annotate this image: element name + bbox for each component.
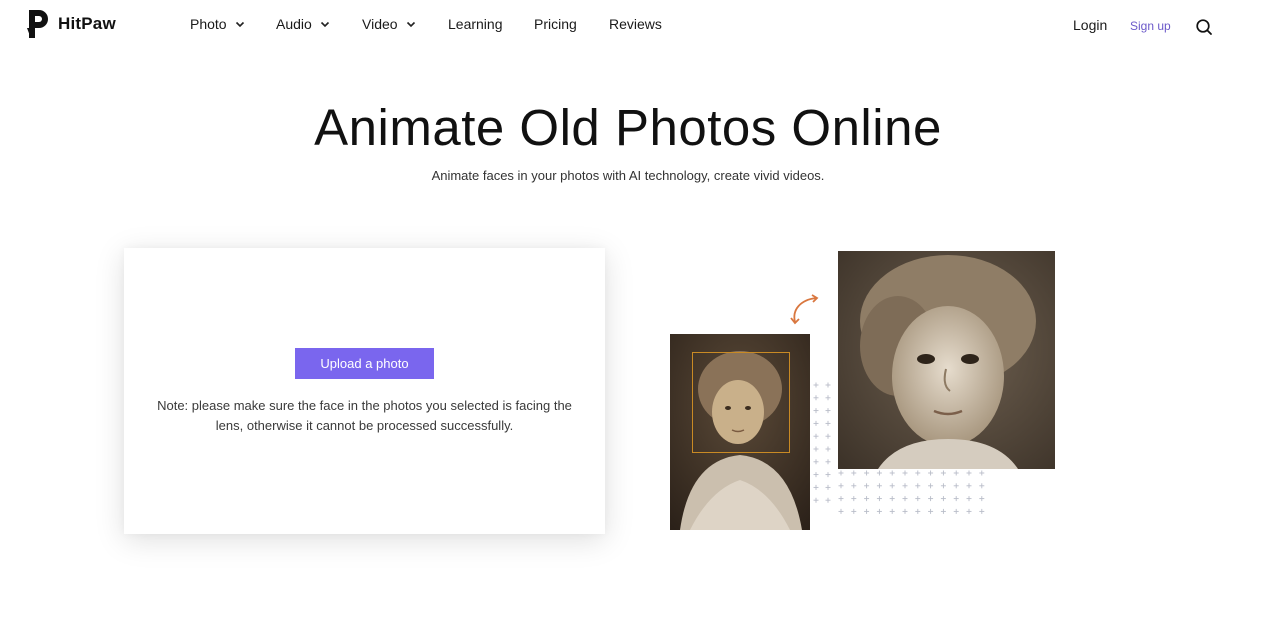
nav-item-video[interactable]: Video — [362, 16, 448, 32]
chevron-down-icon — [320, 21, 329, 28]
brand-name: HitPaw — [58, 14, 116, 33]
nav-item-label: Pricing — [534, 16, 577, 32]
before-after-illustration — [668, 250, 1058, 532]
upload-photo-button[interactable]: Upload a photo — [295, 348, 434, 379]
nav-item-learning[interactable]: Learning — [448, 16, 534, 32]
nav-item-pricing[interactable]: Pricing — [534, 16, 609, 32]
animated-photo-image — [838, 251, 1055, 469]
chevron-down-icon — [406, 21, 415, 28]
nav-item-audio[interactable]: Audio — [276, 16, 362, 32]
nav-item-label: Reviews — [609, 16, 662, 32]
nav-item-photo[interactable]: Photo — [190, 16, 276, 32]
nav-item-label: Video — [362, 16, 398, 32]
face-detection-box — [692, 352, 790, 453]
upload-note: Note: please make sure the face in the p… — [157, 398, 572, 433]
chevron-down-icon — [235, 21, 244, 28]
hitpaw-logo[interactable]: HitPaw — [26, 8, 116, 40]
upload-panel[interactable]: Upload a photo Note: please make sure th… — [124, 248, 605, 534]
curved-arrow-icon — [790, 294, 819, 325]
main-nav: Photo Audio Video Learning Pricing Revie… — [190, 16, 662, 32]
login-link[interactable]: Login — [1073, 17, 1107, 33]
site-header: HitPaw Photo Audio Video Learning Pricin… — [0, 0, 1270, 54]
nav-item-reviews[interactable]: Reviews — [609, 16, 662, 32]
signup-link[interactable]: Sign up — [1130, 19, 1171, 33]
nav-item-label: Photo — [190, 16, 227, 32]
page-title: Animate Old Photos Online — [314, 99, 942, 156]
nav-item-label: Learning — [448, 16, 503, 32]
original-photo — [670, 334, 810, 530]
hitpaw-logo-icon — [27, 10, 48, 38]
animated-photo — [838, 251, 1055, 469]
search-icon[interactable] — [1195, 18, 1213, 36]
nav-item-label: Audio — [276, 16, 312, 32]
page-subtitle: Animate faces in your photos with AI tec… — [431, 168, 825, 183]
